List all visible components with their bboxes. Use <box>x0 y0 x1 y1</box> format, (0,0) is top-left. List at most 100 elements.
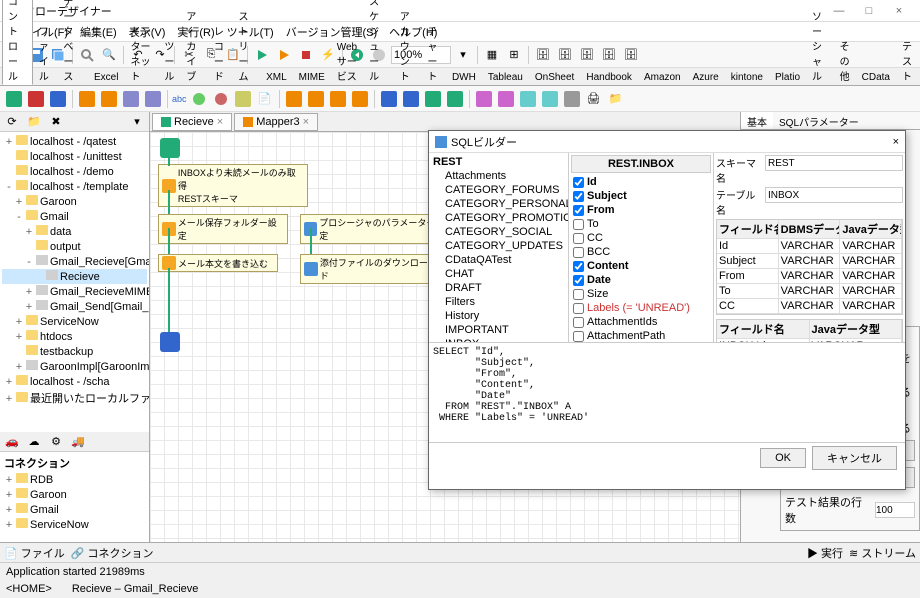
palette-icon[interactable] <box>48 89 68 109</box>
field-item[interactable]: To <box>571 217 711 231</box>
schema-item[interactable]: CATEGORY_PERSONAL <box>431 197 566 211</box>
tab-chart[interactable]: チャート <box>421 21 446 85</box>
palette-icon[interactable] <box>26 89 46 109</box>
flow-node[interactable]: メール保存フォルダー設定 <box>158 214 288 244</box>
field-list[interactable]: REST.INBOX IdSubjectFromToCCBCCContentDa… <box>569 153 714 342</box>
field-item[interactable]: Date <box>571 273 711 287</box>
conn-rdb[interactable]: +RDB <box>2 472 147 487</box>
tab-stream[interactable]: ストリーム <box>232 6 260 85</box>
tab-cdata[interactable]: CData <box>856 70 896 85</box>
field-checkbox[interactable] <box>573 247 584 258</box>
start-node[interactable] <box>160 138 180 158</box>
table-input[interactable] <box>765 187 903 203</box>
close-button[interactable]: × <box>884 1 914 21</box>
tree-item[interactable]: -localhost - /template <box>2 179 147 194</box>
tab-file[interactable]: ファイル <box>33 21 58 85</box>
schema-item[interactable]: CATEGORY_FORUMS <box>431 183 566 197</box>
stop-icon[interactable] <box>296 45 316 65</box>
field-item[interactable]: AttachmentIds <box>571 315 711 329</box>
field-checkbox[interactable] <box>573 261 584 272</box>
tab-handbook[interactable]: Handbook <box>580 70 638 85</box>
rtab-basic[interactable]: 基本 <box>741 112 773 129</box>
tree-item[interactable]: +Gmail_RecieveMIME[Gmail_Recieve] <box>2 284 147 299</box>
palette-icon[interactable] <box>99 89 119 109</box>
close-icon[interactable]: × <box>303 116 309 128</box>
tree-item[interactable]: +htdocs <box>2 329 147 344</box>
tab-record[interactable]: レコード <box>208 21 233 85</box>
dialog-close-icon[interactable]: × <box>893 136 899 148</box>
binoculars-icon[interactable]: 🔍 <box>99 45 119 65</box>
rows-input[interactable] <box>875 502 915 518</box>
tab-amazon[interactable]: Amazon <box>638 70 687 85</box>
schema-input[interactable] <box>765 155 903 171</box>
palette-icon[interactable] <box>189 89 209 109</box>
tab-onsheet[interactable]: OnSheet <box>529 70 580 85</box>
tab-kintone[interactable]: kintone <box>725 70 769 85</box>
car-icon[interactable]: 🚗 <box>2 432 22 452</box>
tab-other[interactable]: その他 <box>834 36 856 85</box>
palette-icon[interactable] <box>328 89 348 109</box>
conn-gmail[interactable]: +Gmail <box>2 502 147 517</box>
zoom-dropdown-icon[interactable]: ▾ <box>453 45 473 65</box>
field-checkbox[interactable] <box>573 317 584 328</box>
db3-icon[interactable]: 🗄 <box>577 45 597 65</box>
field-item[interactable]: AttachmentPath <box>571 329 711 342</box>
tree-item[interactable]: localhost - /demo <box>2 164 147 179</box>
db-icon[interactable]: 🗄 <box>533 45 553 65</box>
palette-icon[interactable] <box>423 89 443 109</box>
conn-garoon[interactable]: +Garoon <box>2 487 147 502</box>
new-folder-icon[interactable]: 📁 <box>24 112 44 132</box>
tab-dwh[interactable]: DWH <box>446 70 482 85</box>
canvas-tab-recieve[interactable]: Recieve × <box>152 113 232 131</box>
tree-item[interactable]: Recieve <box>2 269 147 284</box>
palette-icon[interactable] <box>211 89 231 109</box>
palette-icon[interactable] <box>4 89 24 109</box>
btab-file[interactable]: 📄 ファイル <box>4 545 65 561</box>
palette-icon[interactable] <box>306 89 326 109</box>
cloud-icon[interactable]: ☁ <box>24 432 44 452</box>
tree-item[interactable]: +localhost - /scha <box>2 374 147 389</box>
tree-item[interactable]: +最近開いたローカルファイル <box>2 389 147 407</box>
tab-database[interactable]: データベース <box>57 0 88 85</box>
field-item[interactable]: From <box>571 203 711 217</box>
canvas-tab-mapper[interactable]: Mapper3 × <box>234 113 318 131</box>
tree-item[interactable]: +localhost - /qatest <box>2 134 147 149</box>
connection-tree[interactable]: コネクション +RDB +Garoon +Gmail +ServiceNow <box>0 452 149 542</box>
palette-icon[interactable] <box>77 89 97 109</box>
field-item[interactable]: Size <box>571 287 711 301</box>
tab-social[interactable]: ソーシャル <box>806 6 834 85</box>
rtab-sqlparam[interactable]: SQLパラメーター <box>773 112 865 129</box>
db5-icon[interactable]: 🗄 <box>621 45 641 65</box>
field-grid-2[interactable]: フィールド名Javaデータ型INBOX.IdVARCHARINBOX.Subje… <box>716 319 903 342</box>
schema-item[interactable]: Attachments <box>431 169 566 183</box>
collapse-icon[interactable]: ▾ <box>127 112 147 132</box>
db4-icon[interactable]: 🗄 <box>599 45 619 65</box>
end-node[interactable] <box>160 332 180 352</box>
schema-item[interactable]: CATEGORY_SOCIAL <box>431 225 566 239</box>
field-checkbox[interactable] <box>573 275 584 286</box>
palette-icon[interactable] <box>121 89 141 109</box>
field-checkbox[interactable] <box>573 303 584 314</box>
tree-item[interactable]: +data <box>2 224 147 239</box>
db2-icon[interactable]: 🗄 <box>555 45 575 65</box>
tab-webservice[interactable]: Webサービス <box>331 40 363 85</box>
field-checkbox[interactable] <box>573 205 584 216</box>
palette-icon[interactable] <box>284 89 304 109</box>
tab-mime[interactable]: MIME <box>293 70 331 85</box>
field-item[interactable]: BCC <box>571 245 711 259</box>
schema-root[interactable]: REST <box>431 155 566 169</box>
schema-item[interactable]: INBOX <box>431 337 566 342</box>
schema-tree[interactable]: REST AttachmentsCATEGORY_FORUMSCATEGORY_… <box>429 153 569 342</box>
ok-button[interactable]: OK <box>760 448 806 468</box>
tab-schedule[interactable]: スケジュール <box>363 0 394 85</box>
conn-servicenow[interactable]: +ServiceNow <box>2 517 147 532</box>
field-checkbox[interactable] <box>573 219 584 230</box>
field-item[interactable]: Subject <box>571 189 711 203</box>
tab-tool[interactable]: ツール <box>158 36 180 85</box>
truck-icon[interactable]: 🚚 <box>68 432 88 452</box>
field-item[interactable]: Id <box>571 175 711 189</box>
schema-item[interactable]: Filters <box>431 295 566 309</box>
tab-archive[interactable]: アーカイブ <box>180 6 208 85</box>
tab-azure[interactable]: Azure <box>687 70 725 85</box>
schema-item[interactable]: History <box>431 309 566 323</box>
